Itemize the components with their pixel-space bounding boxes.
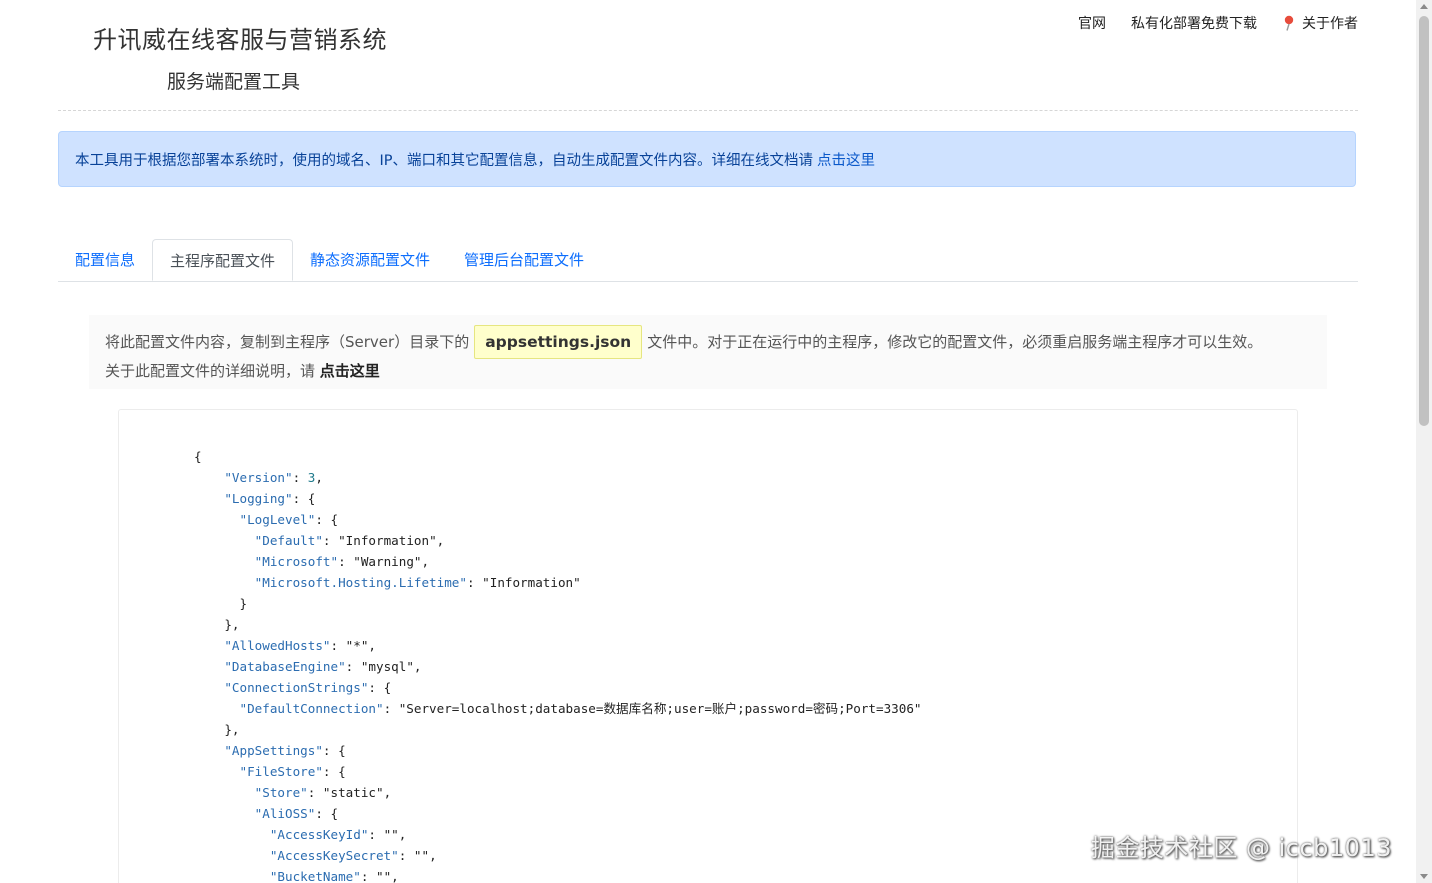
tab-admin-config[interactable]: 管理后台配置文件 (447, 239, 601, 280)
info-alert: 本工具用于根据您部署本系统时，使用的域名、IP、端口和其它配置信息，自动生成配置… (58, 131, 1356, 187)
app-title: 升讯威在线客服与营销系统 (93, 26, 387, 54)
tab-main-config[interactable]: 主程序配置文件 (152, 239, 294, 281)
note-docs-link[interactable]: 点击这里 (320, 362, 380, 380)
scrollbar-thumb[interactable] (1419, 16, 1429, 426)
pushpin-icon (1284, 15, 1294, 31)
nav-about-author[interactable]: 关于作者 (1282, 13, 1358, 33)
page: 升讯威在线客服与营销系统 服务端配置工具 官网 私有化部署免费下载 关于作者 本… (0, 0, 1416, 883)
note-suffix: 文件中。对于正在运行中的主程序，修改它的配置文件，必须重启服务端主程序才可以生效… (647, 333, 1263, 351)
code-content[interactable]: { "Version": 3, "Logging": { "LogLevel":… (194, 446, 922, 883)
watermark: 掘金技术社区 @ iccb1013 (1090, 834, 1392, 862)
scroll-down-arrow-icon[interactable] (1420, 874, 1428, 879)
tab-config-info[interactable]: 配置信息 (58, 239, 152, 280)
vertical-scrollbar[interactable] (1416, 0, 1432, 883)
nav-private-deploy[interactable]: 私有化部署免费下载 (1131, 13, 1257, 33)
nav-about-author-label: 关于作者 (1302, 16, 1358, 32)
tab-bar: 配置信息 主程序配置文件 静态资源配置文件 管理后台配置文件 (58, 239, 1358, 282)
config-code-block[interactable]: { "Version": 3, "Logging": { "LogLevel":… (118, 409, 1298, 883)
filename-highlight: appsettings.json (474, 325, 643, 359)
nav-official-site[interactable]: 官网 (1078, 13, 1106, 33)
tab-static-config[interactable]: 静态资源配置文件 (293, 239, 447, 280)
note-prefix: 将此配置文件内容，复制到主程序（Server）目录下的 (105, 333, 470, 351)
header-divider (58, 110, 1358, 111)
top-nav: 官网 私有化部署免费下载 关于作者 (1053, 13, 1358, 33)
note-line2-text: 关于此配置文件的详细说明，请 (105, 362, 316, 380)
alert-docs-link[interactable]: 点击这里 (817, 149, 875, 170)
instruction-note: 将此配置文件内容，复制到主程序（Server）目录下的 appsettings.… (89, 315, 1327, 389)
app-subtitle: 服务端配置工具 (167, 71, 301, 93)
scroll-up-arrow-icon[interactable] (1420, 4, 1428, 9)
alert-text: 本工具用于根据您部署本系统时，使用的域名、IP、端口和其它配置信息，自动生成配置… (75, 152, 814, 169)
